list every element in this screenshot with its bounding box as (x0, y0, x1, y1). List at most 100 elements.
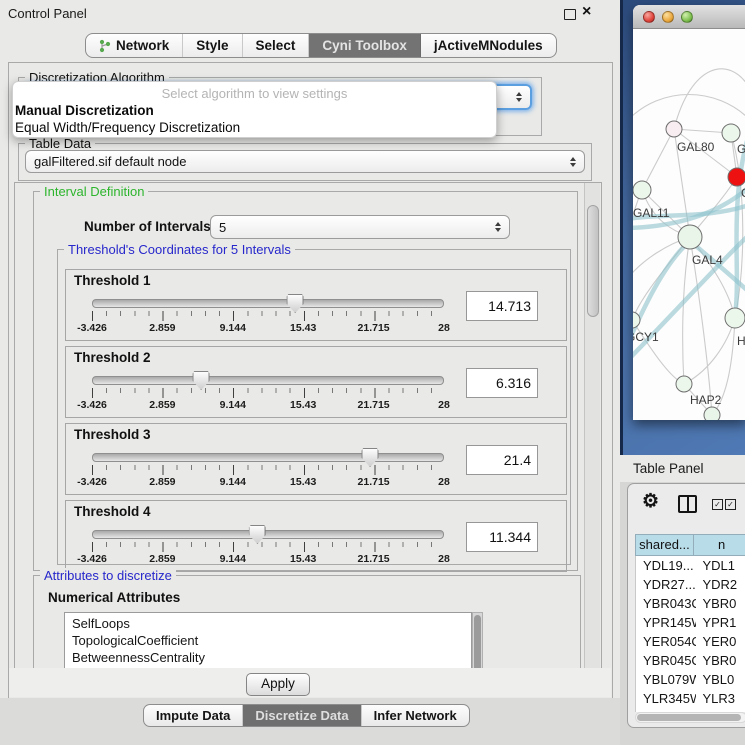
table-data-combobox[interactable]: galFiltered.sif default node (25, 150, 585, 173)
slider-track[interactable] (92, 376, 444, 385)
table-row[interactable]: YDL19...YDL1 (636, 556, 745, 575)
number-of-intervals-combobox[interactable]: 5 (210, 215, 510, 239)
cell-name[interactable]: YLR3 (696, 689, 745, 708)
apply-button[interactable]: Apply (246, 673, 310, 696)
panel-vertical-scrollbar[interactable] (584, 183, 600, 669)
close-window-button[interactable] (643, 11, 655, 23)
thresholds-group-label: Threshold's Coordinates for 5 Intervals (64, 242, 295, 257)
tab-jactivemnodules[interactable]: jActiveMNodules (421, 34, 556, 57)
tab-cyni-toolbox[interactable]: Cyni Toolbox (309, 34, 421, 57)
tick-label: 21.715 (358, 553, 390, 565)
cell-name[interactable]: YBR0 (696, 594, 745, 613)
popup-item-equal-width[interactable]: Equal Width/Frequency Discretization (13, 119, 496, 136)
table-row[interactable]: YBL079WYBL0 (636, 670, 745, 689)
split-columns-icon[interactable] (678, 495, 697, 513)
tick-label: 21.715 (358, 399, 390, 411)
network-edge[interactable] (674, 69, 745, 129)
numerical-attributes-list[interactable]: SelfLoopsTopologicalCoefficientBetweenne… (64, 612, 472, 670)
threshold-value-input[interactable]: 11.344 (466, 522, 538, 552)
network-node[interactable] (666, 121, 682, 137)
attributes-list-scrollbar[interactable] (472, 612, 483, 670)
cell-shared-name[interactable]: YER054C (636, 632, 696, 651)
tab-style[interactable]: Style (183, 34, 242, 57)
table-row[interactable]: YLR345WYLR3 (636, 689, 745, 708)
bottom-tab-bar: Impute Data Discretize Data Infer Networ… (143, 704, 470, 727)
scrollbar-thumb[interactable] (587, 205, 599, 317)
tab-infer-network[interactable]: Infer Network (362, 705, 469, 726)
number-of-intervals-value: 5 (219, 220, 226, 235)
network-edge[interactable] (683, 237, 690, 384)
cell-name[interactable]: YDL1 (696, 556, 745, 575)
network-graph[interactable]: GAL80GACGAL11GAL4HGCY1HAP2 (633, 29, 745, 420)
cell-name[interactable]: YDR2 (696, 575, 745, 594)
threshold-list: Threshold 1 -3.4262.8599.14415.4321.7152… (58, 264, 570, 572)
threshold-slider[interactable]: -3.4262.8599.14415.4321.71528 (92, 446, 444, 490)
network-node[interactable] (722, 124, 740, 142)
slider-track[interactable] (92, 299, 444, 308)
cell-shared-name[interactable]: YBR043C (636, 594, 696, 613)
slider-tick-labels: -3.4262.8599.14415.4321.71528 (92, 399, 444, 411)
tab-network[interactable]: Network (86, 34, 183, 57)
column-header-shared-name[interactable]: shared... (635, 534, 694, 556)
table-row[interactable]: YPR145WYPR1 (636, 613, 745, 632)
table-horizontal-scrollbar[interactable] (635, 712, 745, 723)
tick-label: 21.715 (358, 476, 390, 488)
table-row[interactable]: YER054CYER0 (636, 632, 745, 651)
checkbox-icon[interactable]: ✓ (725, 499, 736, 510)
network-edge[interactable] (633, 190, 642, 259)
close-icon[interactable]: × (582, 2, 591, 22)
cell-shared-name[interactable]: YDR27... (636, 575, 696, 594)
table-row[interactable]: YBR043CYBR0 (636, 594, 745, 613)
gear-icon[interactable]: ⚙ (642, 491, 659, 513)
network-canvas[interactable]: GAL80GACGAL11GAL4HGCY1HAP2 (633, 29, 745, 420)
tab-select[interactable]: Select (243, 34, 310, 57)
scrollbar-thumb[interactable] (637, 714, 741, 721)
network-node[interactable] (728, 168, 745, 186)
tab-discretize-data[interactable]: Discretize Data (243, 705, 361, 726)
threshold-value-input[interactable]: 21.4 (466, 445, 538, 475)
slider-track[interactable] (92, 530, 444, 539)
network-node[interactable] (725, 308, 745, 328)
cell-shared-name[interactable]: YDL19... (636, 556, 696, 575)
cell-shared-name[interactable]: YPR145W (636, 613, 696, 632)
threshold-slider[interactable]: -3.4262.8599.14415.4321.71528 (92, 369, 444, 413)
network-edge[interactable] (633, 95, 745, 122)
network-node[interactable] (633, 181, 651, 199)
attribute-list-item[interactable]: BetweennessCentrality (65, 649, 471, 666)
control-panel-title: Control Panel (8, 6, 87, 21)
table-row[interactable]: YBR045CYBR0 (636, 651, 745, 670)
network-node[interactable] (676, 376, 692, 392)
node-table: shared... n YDL19...YDL1YDR27...YDR2YBR0… (635, 534, 745, 712)
attributes-group: Attributes to discretize Numerical Attri… (33, 575, 581, 670)
network-node[interactable] (678, 225, 702, 249)
scrollbar-thumb[interactable] (474, 615, 481, 670)
cell-name[interactable]: YPR1 (696, 613, 745, 632)
cell-name[interactable]: YBR0 (696, 651, 745, 670)
network-edge[interactable] (684, 318, 735, 384)
network-edge[interactable] (642, 129, 674, 190)
cell-shared-name[interactable]: YBL079W (636, 670, 696, 689)
threshold-value-input[interactable]: 6.316 (466, 368, 538, 398)
checkbox-icon[interactable]: ✓ (712, 499, 723, 510)
tick-label: 15.43 (290, 399, 316, 411)
threshold-slider[interactable]: -3.4262.8599.14415.4321.71528 (92, 292, 444, 336)
threshold-value-input[interactable]: 14.713 (466, 291, 538, 321)
minimize-window-button[interactable] (662, 11, 674, 23)
threshold-slider[interactable]: -3.4262.8599.14415.4321.71528 (92, 523, 444, 567)
table-row[interactable]: YDR27...YDR2 (636, 575, 745, 594)
tick-label: -3.426 (77, 553, 107, 565)
attribute-list-item[interactable]: SelfLoops (65, 615, 471, 632)
zoom-window-button[interactable] (681, 11, 693, 23)
cell-shared-name[interactable]: YLR345W (636, 689, 696, 708)
column-header-name[interactable]: n (694, 534, 745, 556)
popup-item-manual-discretization[interactable]: Manual Discretization (13, 102, 496, 119)
cell-shared-name[interactable]: YBR045C (636, 651, 696, 670)
tab-impute-data[interactable]: Impute Data (144, 705, 243, 726)
network-node[interactable] (704, 407, 720, 420)
float-window-icon[interactable] (564, 9, 576, 20)
slider-track[interactable] (92, 453, 444, 462)
cell-name[interactable]: YBL0 (696, 670, 745, 689)
network-window-titlebar[interactable] (633, 5, 745, 29)
cell-name[interactable]: YER0 (696, 632, 745, 651)
attribute-list-item[interactable]: TopologicalCoefficient (65, 632, 471, 649)
